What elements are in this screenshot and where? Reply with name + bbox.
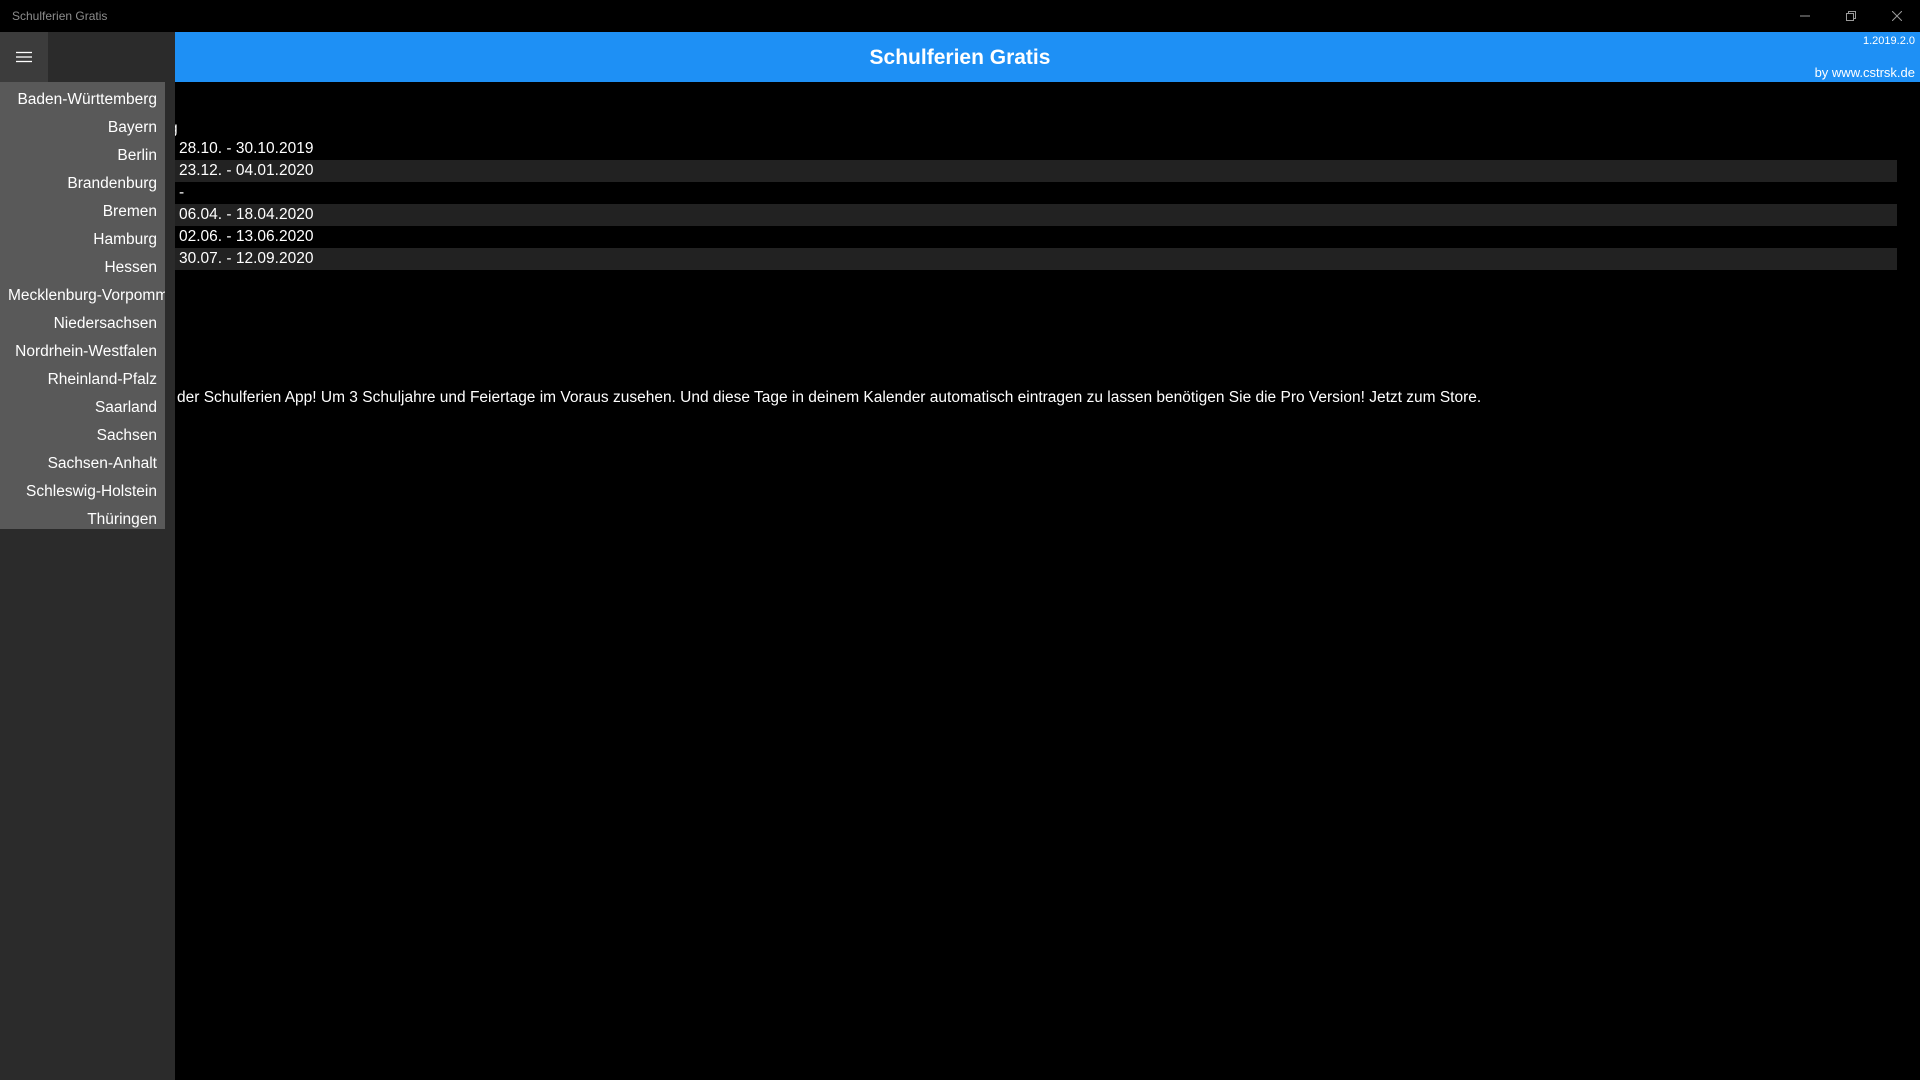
main-content: g 28.10. - 30.10.2019 23.12. - 04.01.202… — [175, 82, 1920, 1080]
state-item-niedersachsen[interactable]: Niedersachsen — [0, 310, 165, 338]
state-item-hessen[interactable]: Hessen — [0, 254, 165, 282]
restore-icon — [1846, 11, 1856, 21]
state-item-nordrhein-westfalen[interactable]: Nordrhein-Westfalen — [0, 338, 165, 366]
state-item-brandenburg[interactable]: Brandenburg — [0, 170, 165, 198]
close-icon — [1892, 11, 1902, 21]
app-title: Schulferien Gratis — [869, 46, 1051, 69]
holiday-row: 30.07. - 12.09.2020 — [175, 248, 1897, 270]
state-item-saarland[interactable]: Saarland — [0, 394, 165, 422]
holiday-row: 23.12. - 04.01.2020 — [175, 160, 1897, 182]
author-link[interactable]: by www.cstrsk.de — [1815, 65, 1915, 80]
hamburger-menu-icon — [16, 51, 32, 63]
version-label: 1.2019.2.0 — [1863, 35, 1915, 47]
pro-version-promo-link[interactable]: der Schulferien App! Um 3 Schuljahre und… — [177, 389, 1481, 407]
close-button[interactable] — [1874, 0, 1920, 32]
window-title: Schulferien Gratis — [12, 9, 108, 23]
state-list: Baden-Württemberg Bayern Berlin Brandenb… — [0, 82, 165, 529]
state-item-rheinland-pfalz[interactable]: Rheinland-Pfalz — [0, 366, 165, 394]
state-item-bayern[interactable]: Bayern — [0, 114, 165, 142]
state-item-mecklenburg-vorpommern[interactable]: Mecklenburg-Vorpommern — [0, 282, 165, 310]
holiday-list: 28.10. - 30.10.2019 23.12. - 04.01.2020 … — [175, 138, 1897, 270]
minimize-icon — [1800, 15, 1810, 17]
window-titlebar: Schulferien Gratis — [0, 0, 1920, 32]
state-heading: g — [175, 120, 178, 138]
state-item-bremen[interactable]: Bremen — [0, 198, 165, 226]
restore-button[interactable] — [1828, 0, 1874, 32]
minimize-button[interactable] — [1782, 0, 1828, 32]
state-item-hamburg[interactable]: Hamburg — [0, 226, 165, 254]
holiday-row: - — [179, 184, 185, 201]
holiday-row: 06.04. - 18.04.2020 — [175, 204, 1897, 226]
state-item-sachsen[interactable]: Sachsen — [0, 422, 165, 450]
state-item-berlin[interactable]: Berlin — [0, 142, 165, 170]
state-item-thueringen[interactable]: Thüringen — [0, 506, 165, 529]
state-item-sachsen-anhalt[interactable]: Sachsen-Anhalt — [0, 450, 165, 478]
state-item-baden-wuerttemberg[interactable]: Baden-Württemberg — [0, 86, 165, 114]
state-item-schleswig-holstein[interactable]: Schleswig-Holstein — [0, 478, 165, 506]
holiday-row: 02.06. - 13.06.2020 — [179, 228, 314, 245]
menu-toggle-button[interactable] — [0, 32, 48, 82]
app-header: Schulferien Gratis 1.2019.2.0 by www.cst… — [175, 32, 1920, 82]
holiday-row: 28.10. - 30.10.2019 — [179, 140, 314, 157]
